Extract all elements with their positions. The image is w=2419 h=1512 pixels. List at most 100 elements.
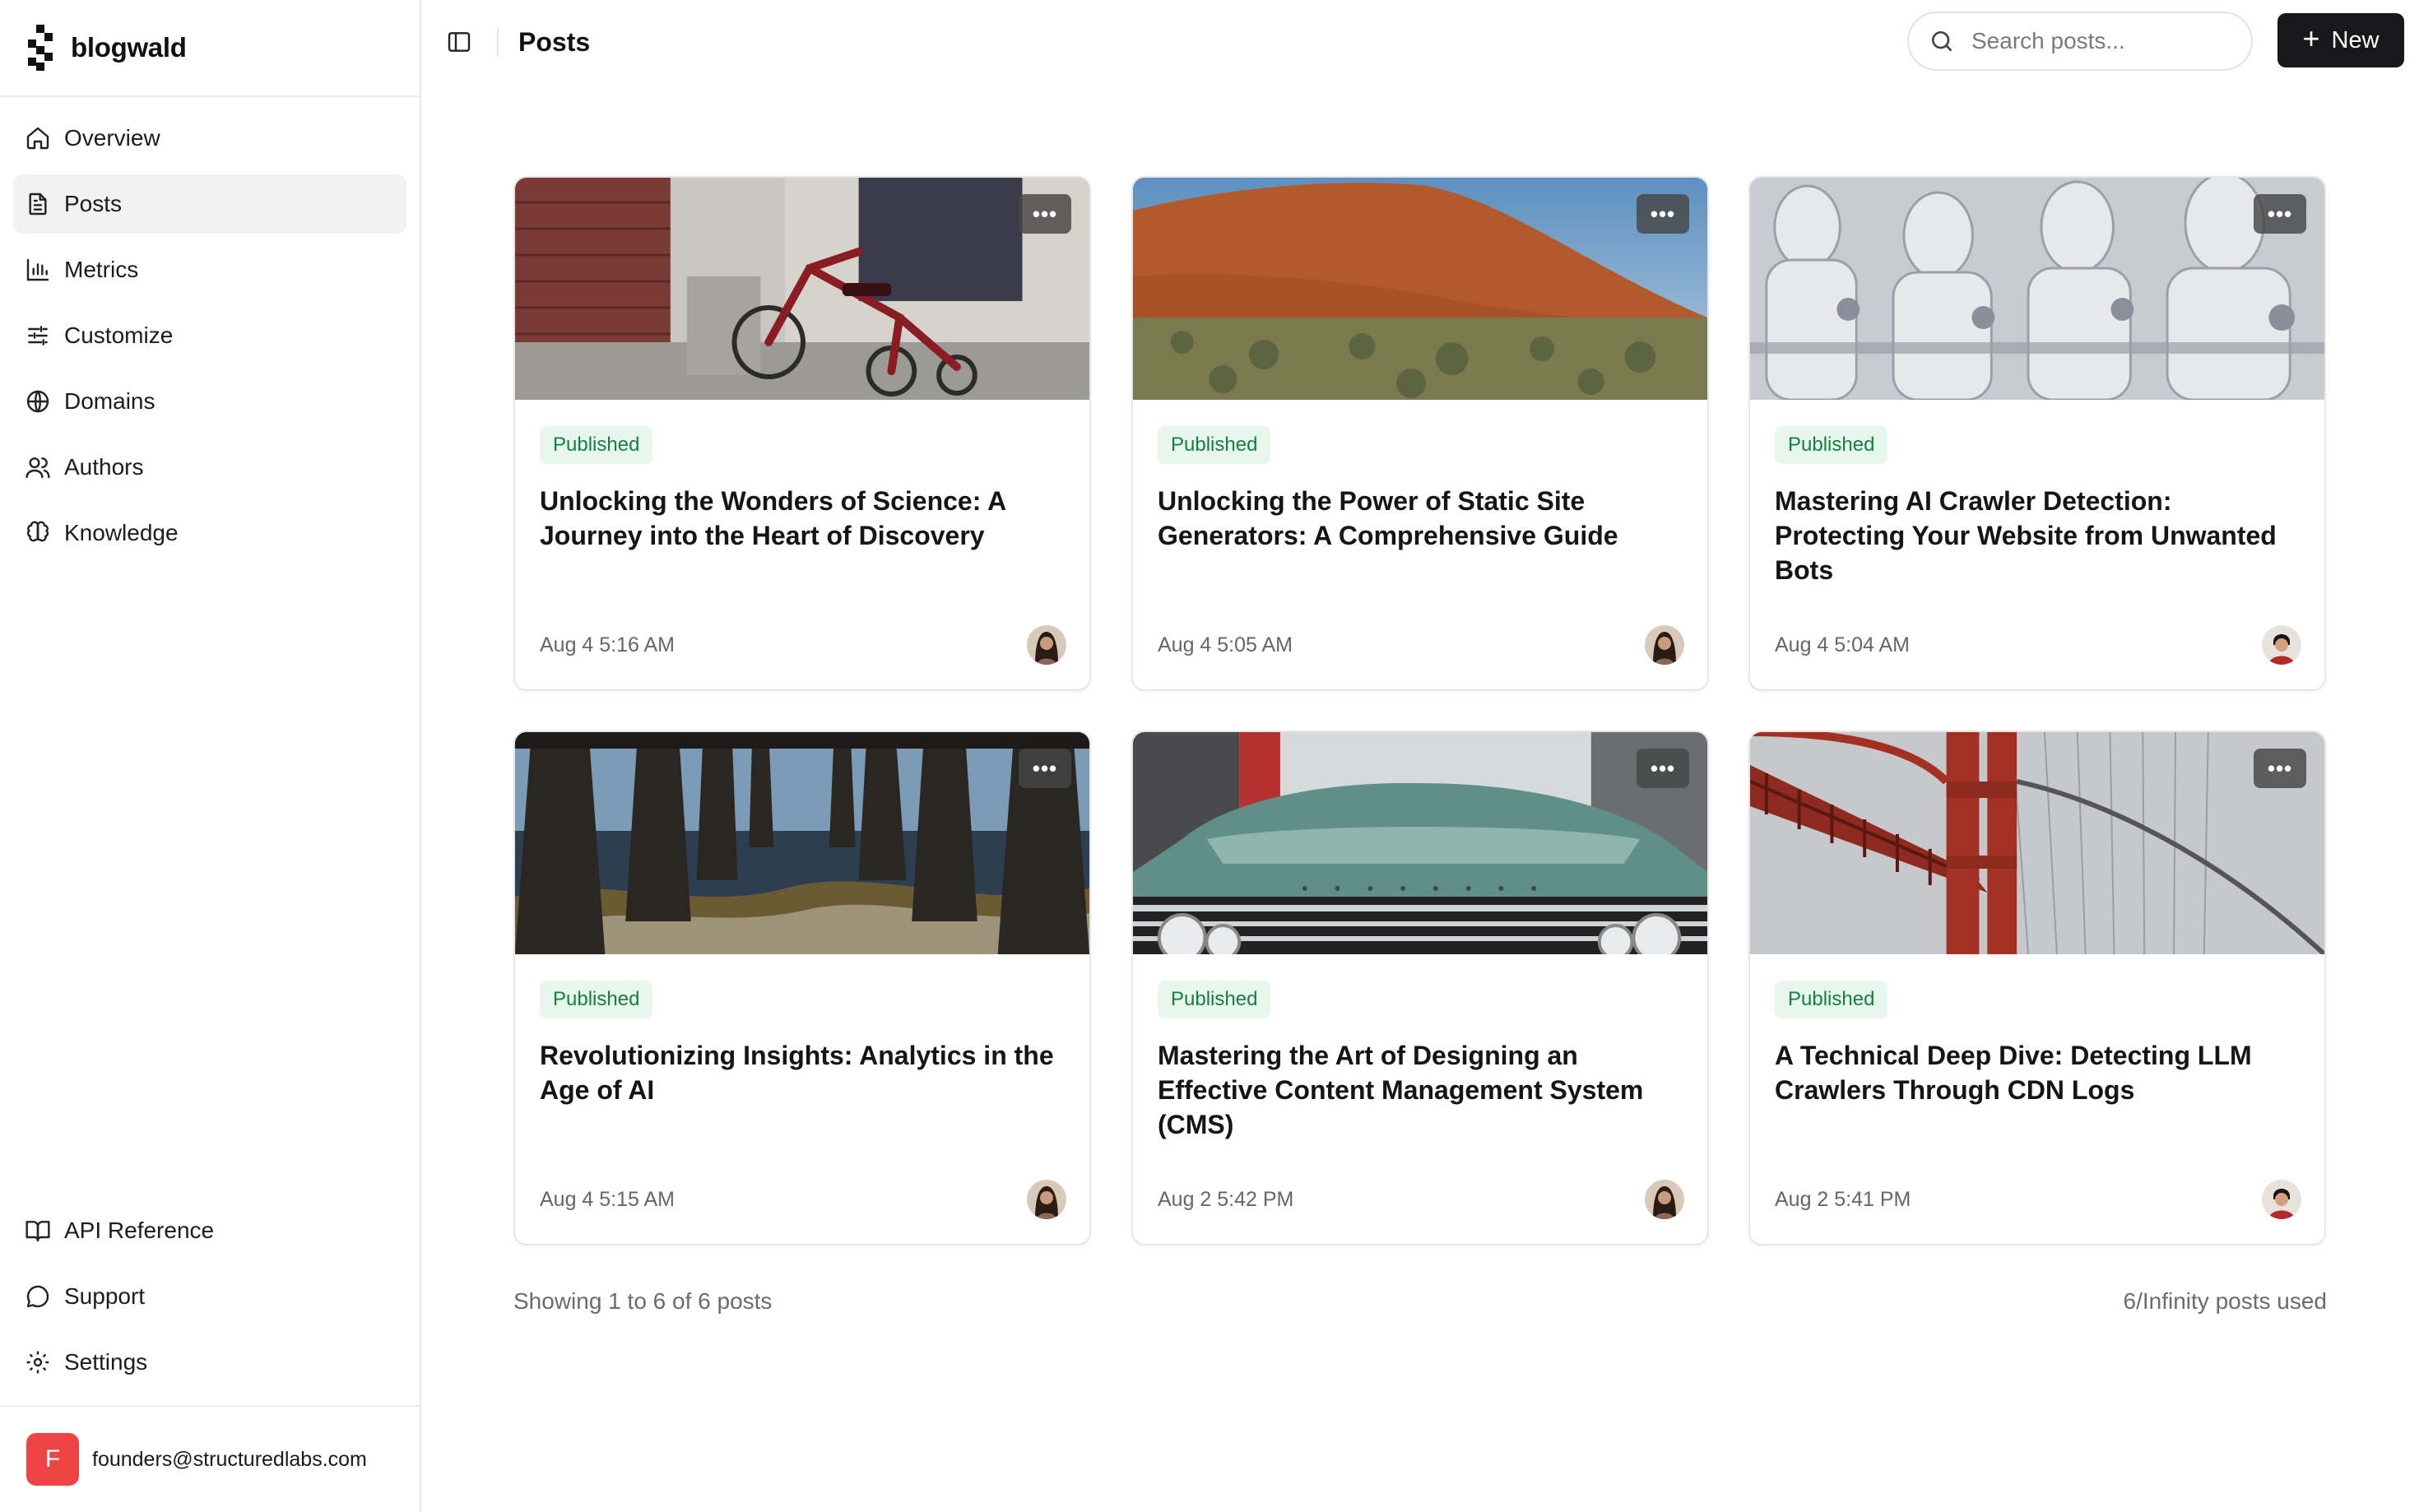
post-options-button[interactable]: •••	[1019, 749, 1071, 788]
post-title[interactable]: Unlocking the Wonders of Science: A Jour…	[540, 484, 1066, 553]
post-title[interactable]: Mastering AI Crawler Detection: Protecti…	[1775, 484, 2301, 587]
status-badge: Published	[1775, 981, 1888, 1018]
secondary-nav: API Reference Support Settings	[0, 1201, 420, 1398]
users-icon	[25, 454, 51, 480]
post-card[interactable]: ••• Published Revolutionizing Insights: …	[513, 730, 1091, 1245]
post-date: Aug 2 5:42 PM	[1158, 1188, 1294, 1211]
sidebar-item-posts[interactable]: Posts	[13, 174, 406, 234]
sidebar-item-label: Customize	[64, 322, 174, 348]
new-post-button[interactable]: + New	[2277, 13, 2404, 67]
brain-icon	[25, 520, 51, 546]
search-box[interactable]	[1907, 12, 2253, 71]
post-card[interactable]: ••• Published Mastering AI Crawler Detec…	[1748, 176, 2326, 691]
post-date: Aug 4 5:16 AM	[540, 633, 676, 656]
sliders-icon	[25, 322, 51, 349]
main-nav: Overview Posts Metrics Customize Domains	[0, 97, 420, 563]
header-divider	[497, 27, 499, 57]
post-date: Aug 2 5:41 PM	[1775, 1188, 1911, 1211]
author-avatar[interactable]	[2262, 625, 2301, 665]
post-title[interactable]: Mastering the Art of Designing an Effect…	[1158, 1038, 1684, 1142]
sidebar-item-label: Support	[64, 1283, 146, 1309]
sidebar-item-label: Overview	[64, 125, 160, 151]
globe-icon	[25, 388, 51, 415]
author-avatar[interactable]	[1027, 625, 1066, 665]
usage-summary: 6/Infinity posts used	[2123, 1288, 2327, 1314]
sidebar-item-api-reference[interactable]: API Reference	[13, 1201, 406, 1260]
book-icon	[25, 1217, 51, 1244]
post-card[interactable]: ••• Published Unlocking the Power of Sta…	[1131, 176, 1709, 691]
sidebar-item-knowledge[interactable]: Knowledge	[13, 503, 406, 563]
post-card[interactable]: ••• Published Mastering the Art of Desig…	[1131, 730, 1709, 1245]
sidebar-toggle-button[interactable]	[443, 26, 476, 58]
post-title[interactable]: Unlocking the Power of Static Site Gener…	[1158, 484, 1684, 553]
author-avatar[interactable]	[2262, 1180, 2301, 1219]
more-horizontal-icon: •••	[1032, 201, 1058, 226]
sidebar-item-label: Knowledge	[64, 520, 179, 545]
sidebar-item-overview[interactable]: Overview	[13, 109, 406, 168]
blogwald-logo-icon	[28, 25, 53, 71]
post-cover-image	[515, 732, 1089, 954]
more-horizontal-icon: •••	[1032, 755, 1058, 781]
sidebar-item-label: Posts	[64, 191, 123, 216]
sidebar-toggle-icon	[448, 32, 471, 52]
status-badge: Published	[540, 981, 653, 1018]
new-post-label: New	[2331, 26, 2380, 53]
bar-chart-icon	[25, 257, 51, 283]
chat-bubble-icon	[25, 1283, 51, 1310]
sidebar: blogwald Overview Posts Metrics Customiz…	[0, 0, 421, 1512]
post-date: Aug 4 5:15 AM	[540, 1188, 676, 1211]
post-options-button[interactable]: •••	[2254, 194, 2306, 234]
pagination-summary: Showing 1 to 6 of 6 posts	[513, 1288, 773, 1314]
plus-icon: +	[2302, 21, 2320, 55]
status-badge: Published	[1775, 426, 1888, 464]
post-options-button[interactable]: •••	[2254, 749, 2306, 788]
post-card[interactable]: ••• Published A Technical Deep Dive: Det…	[1748, 730, 2326, 1245]
brand[interactable]: blogwald	[0, 0, 420, 97]
more-horizontal-icon: •••	[2267, 201, 2293, 226]
sidebar-item-customize[interactable]: Customize	[13, 306, 406, 365]
sidebar-item-label: Metrics	[64, 257, 139, 282]
post-cover-image	[1750, 732, 2324, 954]
top-bar: Posts + New	[423, 0, 2419, 84]
account-avatar: F	[26, 1433, 79, 1486]
post-cover-image	[1133, 732, 1707, 954]
sidebar-item-label: Settings	[64, 1349, 148, 1375]
more-horizontal-icon: •••	[1650, 755, 1676, 781]
gear-icon	[25, 1349, 51, 1375]
sidebar-item-settings[interactable]: Settings	[13, 1333, 406, 1392]
brand-name: blogwald	[71, 32, 187, 63]
status-badge: Published	[1158, 981, 1271, 1018]
more-horizontal-icon: •••	[2267, 755, 2293, 781]
post-options-button[interactable]: •••	[1637, 749, 1689, 788]
account-email: founders@structuredlabs.com	[92, 1447, 367, 1471]
post-cover-image	[515, 178, 1089, 400]
post-card[interactable]: ••• Published Unlocking the Wonders of S…	[513, 176, 1091, 691]
author-avatar[interactable]	[1645, 625, 1684, 665]
home-icon	[25, 125, 51, 151]
post-cover-image	[1750, 178, 2324, 400]
post-title[interactable]: Revolutionizing Insights: Analytics in t…	[540, 1038, 1066, 1107]
account-menu[interactable]: F founders@structuredlabs.com	[0, 1405, 420, 1512]
status-badge: Published	[540, 426, 653, 464]
sidebar-item-metrics[interactable]: Metrics	[13, 240, 406, 299]
document-icon	[25, 191, 51, 217]
sidebar-item-label: Authors	[64, 454, 144, 480]
sidebar-item-support[interactable]: Support	[13, 1267, 406, 1326]
search-input[interactable]	[1971, 28, 2218, 54]
post-date: Aug 4 5:05 AM	[1158, 633, 1293, 656]
post-title[interactable]: A Technical Deep Dive: Detecting LLM Cra…	[1775, 1038, 2301, 1107]
sidebar-item-domains[interactable]: Domains	[13, 372, 406, 431]
author-avatar[interactable]	[1645, 1180, 1684, 1219]
page-title: Posts	[518, 26, 591, 57]
status-badge: Published	[1158, 426, 1271, 464]
search-icon	[1932, 31, 1952, 51]
post-options-button[interactable]: •••	[1019, 194, 1071, 234]
post-cover-image	[1133, 178, 1707, 400]
sidebar-item-label: API Reference	[64, 1217, 215, 1243]
post-options-button[interactable]: •••	[1637, 194, 1689, 234]
author-avatar[interactable]	[1027, 1180, 1066, 1219]
sidebar-item-label: Domains	[64, 388, 156, 414]
sidebar-item-authors[interactable]: Authors	[13, 438, 406, 497]
post-date: Aug 4 5:04 AM	[1775, 633, 1911, 656]
more-horizontal-icon: •••	[1650, 201, 1676, 226]
